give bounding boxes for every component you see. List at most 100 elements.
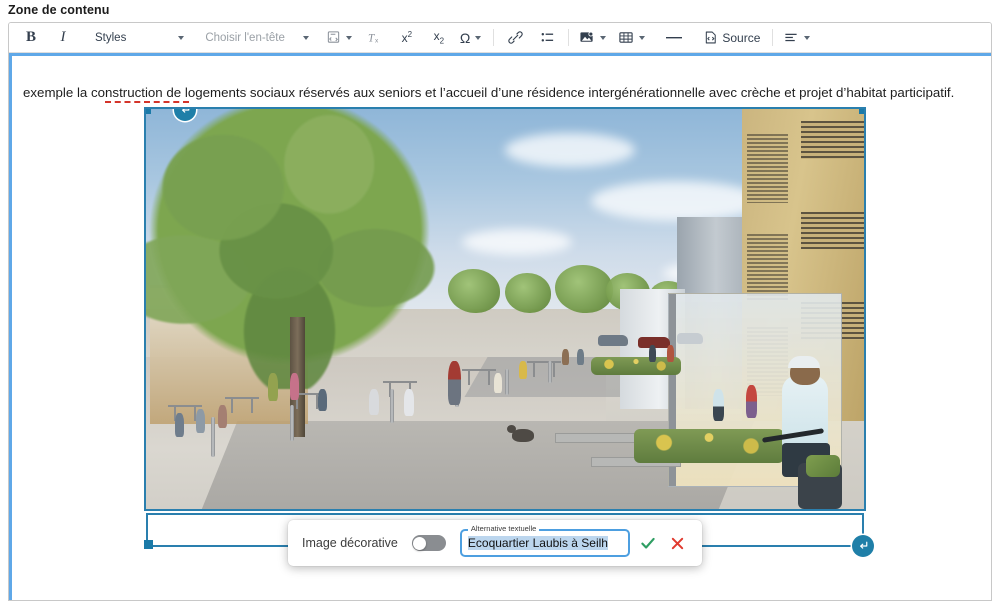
- svg-text:T: T: [368, 32, 375, 44]
- code-block-dropdown[interactable]: [322, 26, 358, 50]
- text-alignment-dropdown[interactable]: [779, 26, 816, 50]
- person: [404, 389, 414, 416]
- heading-dropdown[interactable]: Choisir l'en-tête: [197, 26, 315, 50]
- chevron-down-icon: [303, 36, 309, 40]
- subscript-button[interactable]: x2: [424, 26, 454, 50]
- building-window-band: [747, 134, 788, 203]
- toolbar-separator: [568, 29, 569, 46]
- source-button-label: Source: [722, 31, 760, 45]
- styles-dropdown[interactable]: Styles: [87, 26, 190, 50]
- person: [562, 349, 569, 365]
- cloud: [462, 229, 572, 255]
- field-label: Zone de contenu: [8, 3, 110, 17]
- italic-button[interactable]: I: [48, 26, 78, 50]
- alt-text-balloon-panel[interactable]: Image décorative Alternative textuelle E…: [288, 520, 702, 566]
- bollard: [290, 405, 294, 441]
- alt-text-input-value[interactable]: Ecoquartier Laubis à Seilh: [468, 536, 608, 550]
- foreground-cyclist: [768, 359, 842, 509]
- chevron-down-icon: [346, 36, 352, 40]
- editor-toolbar: B I Styles Choisir l'en-tête: [9, 23, 991, 53]
- chevron-down-icon: [639, 36, 645, 40]
- horizontal-rule-icon: [665, 30, 683, 45]
- code-block-icon: [326, 30, 341, 45]
- person: [318, 389, 327, 411]
- save-alt-text-button[interactable]: [638, 531, 659, 555]
- image-figure-widget[interactable]: L'écoquartier Laubis à Seilh: [141, 109, 869, 547]
- heading-dropdown-label: Choisir l'en-tête: [201, 32, 289, 44]
- remove-format-icon: T x: [367, 30, 382, 45]
- superscript-icon: x2: [402, 30, 412, 45]
- chevron-down-icon: [475, 36, 481, 40]
- background-tree: [555, 265, 613, 313]
- rich-text-editor[interactable]: B I Styles Choisir l'en-tête: [8, 22, 992, 601]
- bulleted-list-button[interactable]: [532, 26, 562, 50]
- close-icon: [669, 535, 686, 552]
- person-dog-walker: [448, 361, 461, 405]
- alt-text-input-legend: Alternative textuelle: [468, 525, 539, 533]
- parked-car: [598, 335, 628, 346]
- superscript-button[interactable]: x2: [392, 26, 422, 50]
- bulleted-list-icon: [540, 30, 555, 45]
- resize-handle-top-left[interactable]: [146, 109, 151, 114]
- screen-root: Zone de contenu B I Styles Choisir l'en-…: [0, 0, 1000, 605]
- cafe-table: [462, 369, 496, 387]
- bollard: [211, 417, 215, 457]
- building-louvers: [801, 212, 864, 249]
- person: [290, 373, 299, 400]
- resize-handle-top-right[interactable]: [859, 109, 864, 114]
- source-icon: [703, 30, 719, 45]
- alt-text-input-wrapper[interactable]: Alternative textuelle Ecoquartier Laubis…: [460, 529, 630, 557]
- insert-table-dropdown[interactable]: [614, 26, 651, 50]
- person: [268, 373, 278, 401]
- return-arrow-icon: [179, 109, 191, 116]
- editor-content-area[interactable]: exemple la construction de logements soc…: [9, 53, 991, 601]
- background-tree: [448, 269, 500, 313]
- resize-handle-bottom-left[interactable]: [144, 540, 153, 549]
- image-icon: [579, 30, 595, 45]
- cancel-alt-text-button[interactable]: [667, 531, 688, 555]
- person: [196, 409, 205, 433]
- styles-dropdown-label: Styles: [91, 32, 130, 44]
- chevron-down-icon: [804, 36, 810, 40]
- content-focus-border-left: [9, 53, 12, 601]
- image-container[interactable]: [146, 109, 864, 509]
- source-button[interactable]: Source: [697, 26, 766, 50]
- cloud: [591, 181, 761, 221]
- return-arrow-icon: [857, 540, 869, 552]
- chevron-down-icon: [178, 36, 184, 40]
- insert-paragraph-after-button[interactable]: [852, 535, 874, 557]
- decorative-image-toggle[interactable]: [412, 535, 446, 551]
- toolbar-separator: [493, 29, 494, 46]
- paragraph-text[interactable]: exemple la construction de logements soc…: [23, 84, 979, 102]
- person: [175, 413, 184, 437]
- background-tree: [505, 273, 551, 313]
- cafe-table: [225, 397, 259, 415]
- link-icon: [508, 30, 523, 45]
- bollard: [505, 369, 509, 395]
- bold-button[interactable]: B: [16, 26, 46, 50]
- chevron-down-icon: [600, 36, 606, 40]
- person: [519, 361, 527, 379]
- person: [494, 373, 502, 393]
- person: [649, 345, 656, 362]
- decorative-image-label: Image décorative: [302, 536, 398, 550]
- bollard: [548, 361, 552, 383]
- align-left-icon: [783, 30, 799, 45]
- dog: [512, 429, 534, 442]
- remove-format-button[interactable]: T x: [360, 26, 390, 50]
- image-illustration: [146, 109, 864, 509]
- person: [369, 389, 379, 415]
- person: [746, 385, 757, 418]
- cloud: [505, 133, 635, 167]
- person: [713, 389, 724, 421]
- special-character-dropdown[interactable]: Ω: [456, 26, 487, 50]
- person: [667, 345, 674, 362]
- insert-media-dropdown[interactable]: [575, 26, 612, 50]
- link-button[interactable]: [500, 26, 530, 50]
- table-icon: [618, 30, 634, 45]
- content-focus-border-top: [9, 53, 991, 56]
- building-louvers: [801, 121, 864, 158]
- horizontal-rule-button[interactable]: [653, 26, 695, 50]
- svg-text:x: x: [375, 38, 379, 45]
- check-icon: [639, 534, 657, 552]
